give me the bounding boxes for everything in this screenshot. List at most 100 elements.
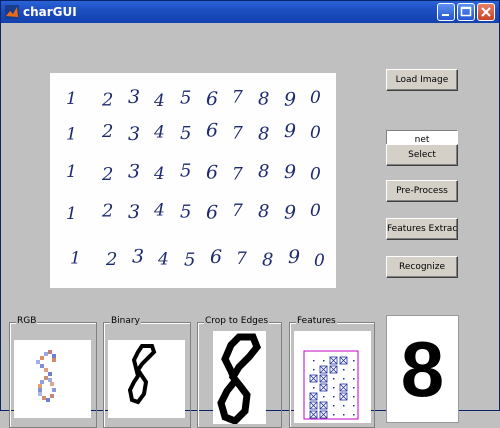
rgb-panel: RGB bbox=[9, 316, 97, 428]
handwritten-digit: 7 bbox=[232, 88, 243, 108]
feature-cell-marker bbox=[339, 383, 348, 392]
chargui-window: charGUI 12345678901234567890123456789012… bbox=[0, 0, 500, 428]
handwritten-digit: 4 bbox=[153, 201, 165, 221]
feature-cell-marker bbox=[339, 356, 348, 365]
feature-cell-dot bbox=[333, 387, 335, 389]
handwritten-digit: 4 bbox=[157, 250, 169, 270]
handwritten-digit: 4 bbox=[153, 123, 165, 143]
handwritten-digit: 1 bbox=[66, 89, 77, 109]
handwritten-digit: 0 bbox=[310, 201, 321, 221]
feature-cell-marker bbox=[309, 410, 318, 419]
rgb-digit-image bbox=[36, 350, 56, 402]
handwritten-digit: 2 bbox=[105, 249, 117, 270]
feature-cell-dot bbox=[353, 405, 355, 407]
feature-cell-dot bbox=[343, 414, 345, 416]
loaded-image-axes: 1234567890123456789012345678901234567890… bbox=[50, 73, 336, 288]
feature-cell-dot bbox=[353, 360, 355, 362]
feature-cell-dot bbox=[333, 405, 335, 407]
feature-cell-marker bbox=[319, 365, 328, 374]
feature-cell-dot bbox=[333, 396, 335, 398]
handwritten-digit: 3 bbox=[128, 161, 140, 183]
load-image-button[interactable]: Load Image bbox=[386, 69, 458, 91]
handwritten-digit: 7 bbox=[232, 165, 243, 185]
cropped-digit-image bbox=[217, 333, 262, 426]
handwritten-digit: 9 bbox=[288, 246, 300, 268]
handwritten-digit: 2 bbox=[101, 201, 113, 222]
feature-cell-marker bbox=[309, 401, 318, 410]
handwritten-digit: 8 bbox=[262, 250, 273, 271]
handwritten-digit: 1 bbox=[70, 249, 81, 269]
binary-image bbox=[108, 340, 185, 418]
maximize-button[interactable] bbox=[457, 3, 475, 21]
recognize-button[interactable]: Recognize bbox=[386, 256, 458, 278]
handwritten-digit: 9 bbox=[284, 120, 296, 142]
feature-cell-marker bbox=[309, 374, 318, 383]
handwritten-digit: 5 bbox=[180, 161, 191, 182]
handwritten-digit: 1 bbox=[66, 204, 77, 224]
feature-cell-dot bbox=[343, 378, 345, 380]
feature-cell-dot bbox=[333, 414, 335, 416]
handwritten-digit: 5 bbox=[184, 250, 195, 271]
handwritten-digit: 6 bbox=[206, 162, 218, 184]
crop-to-edges-panel: Crop to Edges bbox=[197, 316, 282, 428]
matlab-icon bbox=[5, 5, 19, 19]
handwritten-digit: 0 bbox=[310, 165, 321, 185]
handwritten-digit: 6 bbox=[206, 88, 218, 110]
handwritten-digit: 0 bbox=[314, 251, 325, 271]
handwritten-digit: 3 bbox=[128, 201, 140, 223]
handwritten-digit: 7 bbox=[232, 201, 243, 221]
minimize-icon bbox=[442, 14, 449, 16]
handwritten-digit: 6 bbox=[210, 246, 222, 268]
select-button[interactable]: Select bbox=[386, 144, 458, 166]
handwritten-digit: 9 bbox=[284, 202, 296, 224]
recognized-digit-output: 8 bbox=[386, 315, 459, 423]
handwritten-digit: 5 bbox=[180, 202, 191, 223]
handwritten-digit: 4 bbox=[153, 164, 165, 184]
close-button[interactable] bbox=[477, 3, 495, 21]
handwritten-digit: 3 bbox=[132, 246, 144, 268]
rgb-panel-label: RGB bbox=[16, 316, 38, 326]
features-grid-plot bbox=[303, 350, 359, 420]
maximize-icon bbox=[460, 6, 472, 17]
feature-cell-marker bbox=[319, 401, 328, 410]
feature-cell-dot bbox=[353, 396, 355, 398]
handwritten-digit: 7 bbox=[236, 249, 247, 269]
handwritten-digit: 8 bbox=[258, 124, 269, 145]
handwritten-digit: 8 bbox=[258, 89, 269, 110]
feature-cell-dot bbox=[313, 360, 315, 362]
binary-panel-label: Binary bbox=[110, 316, 141, 326]
feature-cell-dot bbox=[313, 387, 315, 389]
feature-cell-dot bbox=[343, 405, 345, 407]
handwritten-digit: 4 bbox=[153, 91, 165, 111]
feature-cell-dot bbox=[353, 378, 355, 380]
feature-cell-marker bbox=[329, 365, 338, 374]
minimize-button[interactable] bbox=[437, 3, 455, 21]
handwritten-digit: 0 bbox=[310, 88, 321, 108]
handwritten-digit: 1 bbox=[66, 162, 77, 182]
feature-cell-dot bbox=[353, 414, 355, 416]
feature-cell-dot bbox=[313, 369, 315, 371]
feature-cell-dot bbox=[343, 369, 345, 371]
feature-cell-marker bbox=[309, 392, 318, 401]
pre-process-button[interactable]: Pre-Process bbox=[386, 180, 458, 202]
title-bar: charGUI bbox=[1, 1, 499, 23]
features-image bbox=[294, 331, 371, 423]
window-title: charGUI bbox=[23, 5, 77, 19]
handwritten-digit: 8 bbox=[258, 201, 269, 222]
handwritten-digit: 7 bbox=[232, 124, 243, 144]
handwritten-digit: 1 bbox=[66, 125, 77, 145]
feature-cell-dot bbox=[323, 396, 325, 398]
features-extraction-button[interactable]: Features Extraction bbox=[386, 218, 458, 240]
feature-cell-marker bbox=[329, 356, 338, 365]
handwritten-digits-image: 1 2 3 4 5 6 7 8 9 01 2 3 4 5 6 7 8 9 01 2 3 4 5 6 7 8 9 01 2 3 4 5 6 7 8 9 0… bbox=[66, 86, 325, 271]
handwritten-digit: 2 bbox=[101, 90, 113, 111]
cropped-image bbox=[213, 331, 266, 426]
feature-cell-dot bbox=[353, 387, 355, 389]
handwritten-digit: 8 bbox=[258, 161, 269, 182]
figure-area: 1234567890123456789012345678901234567890… bbox=[4, 23, 496, 428]
handwritten-digit: 6 bbox=[206, 120, 218, 142]
features-panel-label: Features bbox=[296, 316, 337, 326]
binary-panel: Binary bbox=[103, 316, 191, 428]
handwritten-digit: 2 bbox=[101, 164, 113, 185]
handwritten-digit: 3 bbox=[128, 86, 140, 108]
